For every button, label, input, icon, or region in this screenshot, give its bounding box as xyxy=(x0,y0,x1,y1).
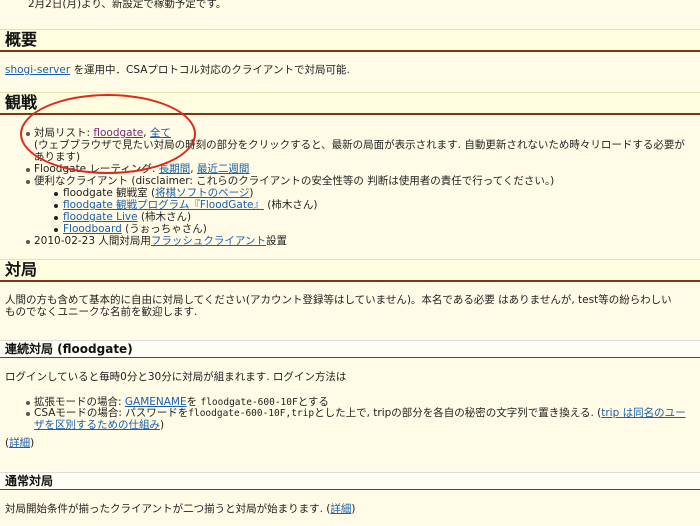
author: (うぉっちゃさん) xyxy=(121,223,207,235)
author: (柿木さん) xyxy=(137,211,192,223)
normal-detail-link[interactable]: 詳細 xyxy=(330,503,351,515)
shogi-soft-page-link[interactable]: 将棋ソフトのページ xyxy=(155,187,249,199)
flash-client-link[interactable]: フラッシュクライアント xyxy=(151,235,266,247)
normal-paragraph: 対局開始条件が揃ったクライアントが二つ揃うと対局が始まります. (詳細) xyxy=(5,503,355,516)
trip-link-cont[interactable]: ザを区別するための仕組み xyxy=(34,419,160,431)
bullet xyxy=(26,168,30,172)
floodgate-password-code: floodgate-600-10F,trip xyxy=(188,408,315,419)
heading-continuous: 連続対局 (floodgate) xyxy=(0,340,700,358)
csa-mode-line-2: ザを区別するための仕組み) xyxy=(34,419,164,432)
floodboard-link[interactable]: Floodboard xyxy=(63,223,122,235)
rating-label: Floodgate レーティング: xyxy=(34,163,159,175)
flash-client-prefix: 2010-02-23 人間対局用 xyxy=(34,235,151,247)
heading-watching: 観戦 xyxy=(0,92,700,115)
schedule-note: 2月2日(月)より、新設定で稼動予定です。 xyxy=(28,0,227,10)
floodgate-live-link[interactable]: floodgate Live xyxy=(63,211,138,223)
flash-client-item: 2010-02-23 人間対局用フラッシュクライアント設置 xyxy=(34,235,287,248)
bullet xyxy=(26,132,30,136)
floodgate-games-link[interactable]: floodgate xyxy=(93,127,143,139)
continuous-intro: ログインしていると毎時0分と30分に対局が組まれます. ログイン方法は xyxy=(5,371,347,383)
csa-mode-mid: とした上で, tripの部分を各自の秘密の文字列で置き換える. ( xyxy=(314,407,602,419)
normal-text: 対局開始条件が揃ったクライアントが二つ揃うと対局が始まります. ( xyxy=(5,503,331,515)
match-paragraph-2: ものでなくユニークな名前を歓迎します. xyxy=(5,306,198,318)
floodgate-viewer-link[interactable]: floodgate 観戦プログラム『FloodGate』 xyxy=(63,199,264,211)
flash-client-end: 設置 xyxy=(265,235,287,247)
bullet xyxy=(26,401,30,405)
paren: ) xyxy=(30,437,35,449)
paren: ) xyxy=(249,187,254,199)
shogi-server-link[interactable]: shogi-server xyxy=(5,64,70,76)
heading-match: 対局 xyxy=(0,259,700,282)
bullet xyxy=(26,240,30,244)
page: 2月2日(月)より、新設定で稼動予定です。 概要 shogi-server を運… xyxy=(0,0,700,526)
trip-link[interactable]: trip は同名のユー xyxy=(601,407,685,419)
paren: ) xyxy=(351,503,356,515)
all-games-link[interactable]: 全て xyxy=(150,127,171,139)
game-list-desc-1: (ウェブブラウザで見たい対局の時刻の部分をクリックすると、最新の局面が表示されま… xyxy=(34,139,685,151)
continuous-detail: (詳細) xyxy=(5,437,34,450)
rating-long-link[interactable]: 長期間 xyxy=(159,163,191,175)
heading-overview: 概要 xyxy=(0,29,700,52)
overview-paragraph: shogi-server を運用中．CSAプロトコル対応のクライアントで対局可能… xyxy=(5,64,350,77)
separator: , xyxy=(190,163,197,175)
author: (柿木さん) xyxy=(263,199,318,211)
bullet xyxy=(26,412,30,416)
sub-bullet xyxy=(54,228,58,232)
separator: , xyxy=(143,127,150,139)
sub-bullet xyxy=(54,204,58,208)
heading-normal: 通常対局 xyxy=(0,472,700,490)
continuous-detail-link[interactable]: 詳細 xyxy=(9,437,30,449)
paren: ) xyxy=(160,419,165,431)
csa-mode-label: CSAモードの場合: パスワードを xyxy=(34,407,189,419)
rating-two-weeks-link[interactable]: 最近二週間 xyxy=(197,163,250,175)
sub-bullet xyxy=(54,216,58,220)
client-sub-1-text: floodgate 観戦室 ( xyxy=(63,187,156,199)
game-list-label: 対局リスト: xyxy=(34,127,94,139)
overview-text: を運用中．CSAプロトコル対応のクライアントで対局可能. xyxy=(70,64,350,76)
bullet xyxy=(26,180,30,184)
sub-bullet xyxy=(54,192,58,196)
